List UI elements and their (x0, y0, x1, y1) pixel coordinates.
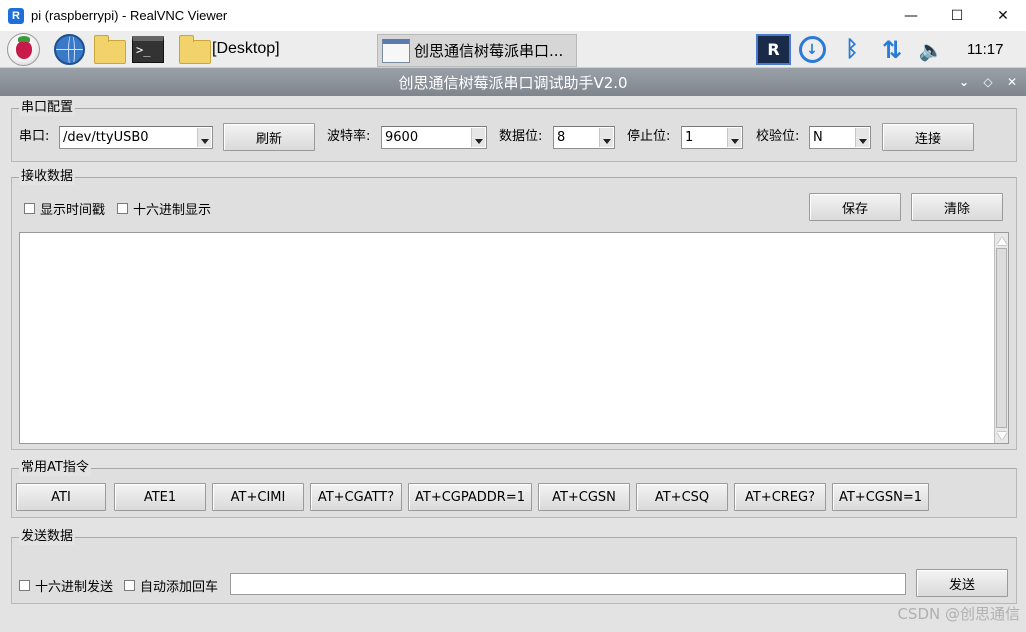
app-minimize-icon[interactable]: ⌄ (956, 74, 972, 90)
port-label: 串口: (19, 129, 50, 144)
csdn-watermark: CSDN @创思通信 (897, 605, 1020, 623)
app-title-bar: 创思通信树莓派串口调试助手V2.0 ⌄ ◇ ✕ (0, 68, 1026, 96)
baud-label: 波特率: (327, 129, 371, 144)
parity-select[interactable]: N (809, 126, 871, 149)
close-button[interactable]: ✕ (980, 0, 1026, 31)
raspberry-icon (15, 35, 32, 59)
chevron-down-icon[interactable] (471, 128, 485, 147)
auto-crlf-checkbox[interactable]: 自动添加回车 (124, 576, 218, 595)
checkbox-box[interactable] (19, 580, 30, 591)
port-select[interactable]: /dev/ttyUSB0 (59, 126, 213, 149)
serial-config-label: 串口配置 (19, 100, 76, 116)
show-timestamp-checkbox[interactable]: 显示时间戳 (24, 199, 105, 218)
stopbits-select[interactable]: 1 (681, 126, 743, 149)
auto-crlf-label: 自动添加回车 (140, 580, 219, 595)
port-value: /dev/ttyUSB0 (63, 130, 149, 145)
app-title: 创思通信树莓派串口调试助手V2.0 (398, 73, 628, 92)
parity-label: 校验位: (756, 129, 800, 144)
stopbits-label: 停止位: (627, 129, 671, 144)
hex-display-label: 十六进制显示 (133, 203, 212, 218)
app-window-controls: ⌄ ◇ ✕ (956, 74, 1020, 90)
receive-label: 接收数据 (19, 169, 76, 185)
scroll-down-icon[interactable] (996, 430, 1007, 441)
hex-display-checkbox[interactable]: 十六进制显示 (117, 199, 211, 218)
window-title: pi (raspberrypi) - RealVNC Viewer (31, 8, 228, 23)
send-label: 发送数据 (19, 529, 76, 545)
maximize-button[interactable]: ☐ (934, 0, 980, 31)
desktop-taskbar-label[interactable]: [Desktop] (212, 40, 280, 58)
receive-textarea[interactable] (19, 232, 1009, 444)
send-button[interactable]: 发送 (916, 569, 1008, 597)
save-button[interactable]: 保存 (809, 193, 901, 221)
updates-icon[interactable]: ↓ (797, 31, 827, 68)
taskbar-app-label: 创思通信树莓派串口... (414, 42, 564, 60)
at-button-ati[interactable]: ATI (16, 483, 106, 511)
chevron-down-icon[interactable] (727, 128, 741, 147)
checkbox-box[interactable] (117, 203, 128, 214)
window-title-bar: R pi (raspberrypi) - RealVNC Viewer — ☐ … (0, 0, 1026, 31)
download-arrow-icon: ↓ (798, 36, 826, 63)
receive-scrollbar[interactable] (994, 233, 1008, 443)
at-button-cgsn1[interactable]: AT+CGSN=1 (832, 483, 929, 511)
minimize-button[interactable]: — (888, 0, 934, 31)
volume-icon[interactable]: 🔈 (915, 31, 947, 68)
window-icon (382, 38, 410, 63)
databits-value: 8 (557, 130, 566, 145)
parity-value: N (813, 130, 823, 145)
at-button-csq[interactable]: AT+CSQ (636, 483, 728, 511)
taskbar-app-button[interactable]: 创思通信树莓派串口... (377, 34, 577, 67)
raspberry-menu-icon[interactable] (7, 33, 40, 66)
app-maximize-icon[interactable]: ◇ (980, 74, 996, 90)
terminal-icon[interactable]: >_ (132, 36, 164, 63)
app-body: 串口配置 串口: /dev/ttyUSB0 刷新 波特率: 9600 数据位: … (0, 96, 1026, 632)
at-button-cgatt[interactable]: AT+CGATT? (310, 483, 402, 511)
at-button-cgsn[interactable]: AT+CGSN (538, 483, 630, 511)
checkbox-box[interactable] (24, 203, 35, 214)
bluetooth-icon[interactable]: ᛒ (838, 31, 866, 68)
refresh-button[interactable]: 刷新 (223, 123, 315, 151)
realvnc-app-icon: R (8, 7, 24, 24)
file-manager-icon[interactable] (94, 35, 126, 64)
at-button-cgpaddr[interactable]: AT+CGPADDR=1 (408, 483, 532, 511)
app-close-icon[interactable]: ✕ (1004, 74, 1020, 90)
scroll-thumb[interactable] (996, 248, 1007, 428)
desktop-folder-icon[interactable] (179, 35, 211, 64)
connect-button[interactable]: 连接 (882, 123, 974, 151)
clear-button[interactable]: 清除 (911, 193, 1003, 221)
scroll-up-icon[interactable] (996, 235, 1007, 246)
databits-label: 数据位: (499, 129, 543, 144)
baud-value: 9600 (385, 130, 419, 145)
send-input[interactable] (230, 573, 906, 595)
at-button-ate1[interactable]: ATE1 (114, 483, 206, 511)
chevron-down-icon[interactable] (855, 128, 869, 147)
checkbox-box[interactable] (124, 580, 135, 591)
databits-select[interactable]: 8 (553, 126, 615, 149)
show-timestamp-label: 显示时间戳 (40, 203, 106, 218)
clock[interactable]: 11:17 (967, 41, 1003, 58)
raspberrypi-taskbar: >_ [Desktop] 创思通信树莓派串口... R ↓ ᛒ ⇅ 🔈 11:1… (0, 31, 1026, 68)
chevron-down-icon[interactable] (197, 128, 211, 147)
window-controls: — ☐ ✕ (888, 0, 1026, 31)
chevron-down-icon[interactable] (599, 128, 613, 147)
hex-send-checkbox[interactable]: 十六进制发送 (19, 576, 113, 595)
network-icon[interactable]: ⇅ (876, 31, 908, 68)
at-button-creg[interactable]: AT+CREG? (734, 483, 826, 511)
at-button-cimi[interactable]: AT+CIMI (212, 483, 304, 511)
hex-send-label: 十六进制发送 (35, 580, 114, 595)
vnc-server-icon[interactable]: R (756, 34, 791, 65)
web-browser-icon[interactable] (54, 34, 85, 65)
at-commands-label: 常用AT指令 (19, 460, 91, 476)
stopbits-value: 1 (685, 130, 694, 145)
baud-select[interactable]: 9600 (381, 126, 487, 149)
